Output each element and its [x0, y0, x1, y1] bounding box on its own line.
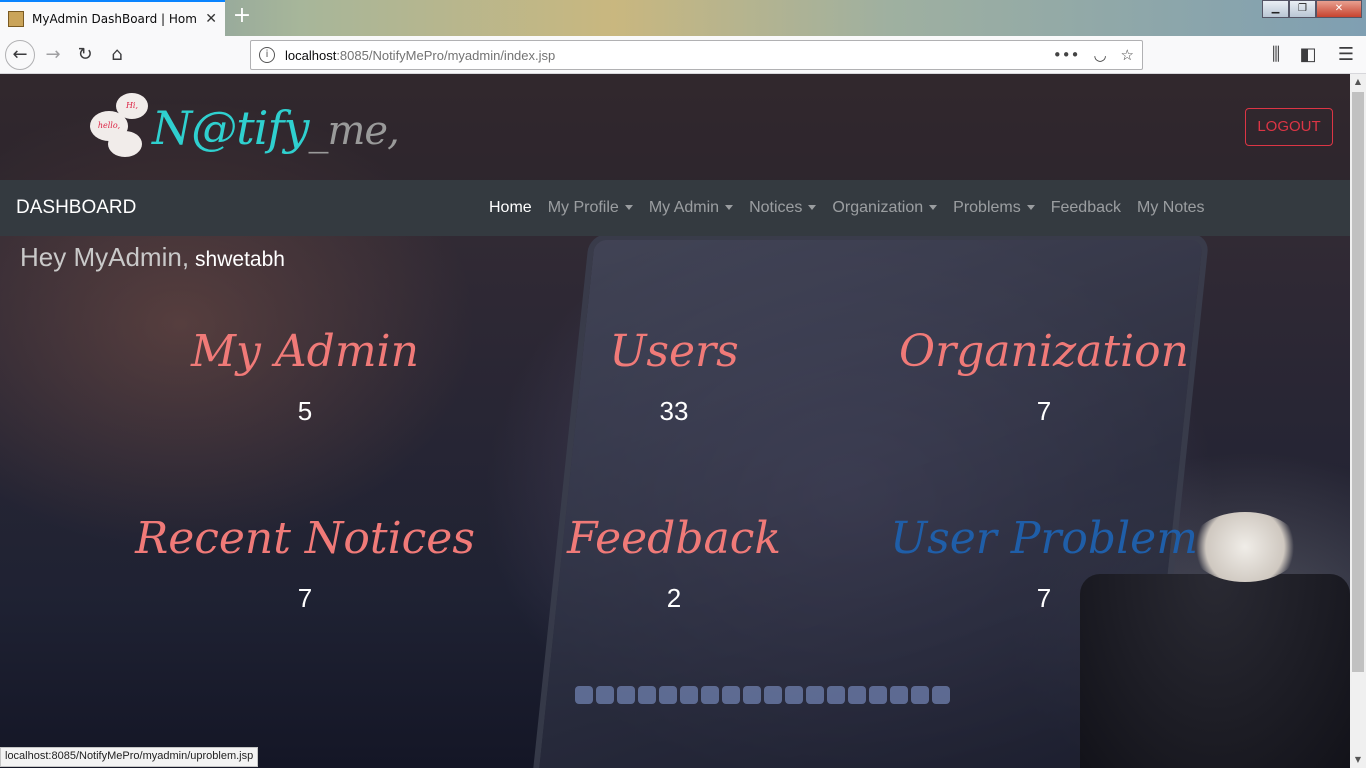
stat-value: 2: [666, 583, 682, 613]
stat-recent-notices[interactable]: Recent Notices 7: [120, 509, 490, 614]
status-bar-url: localhost:8085/NotifyMePro/myadmin/uprob…: [0, 747, 259, 767]
nav-item-organization[interactable]: Organization: [824, 199, 945, 217]
stat-value: 7: [297, 583, 313, 613]
greeting: Hey MyAdmin, shwetabh: [20, 242, 285, 273]
stat-my-admin[interactable]: My Admin 5: [120, 322, 490, 427]
site-header: hello, Hi, N@tify_me, LOGOUT: [0, 74, 1350, 180]
reload-icon[interactable]: ↻: [74, 44, 96, 66]
window-controls: ▁ ❐ ✕: [1262, 0, 1362, 18]
stat-user-problem[interactable]: User Problem 7: [859, 509, 1229, 614]
nav-item-notices[interactable]: Notices: [741, 199, 824, 217]
scroll-up-icon[interactable]: ▲: [1350, 74, 1366, 90]
maximize-button[interactable]: ❐: [1289, 0, 1316, 18]
nav-item-my-profile[interactable]: My Profile: [540, 199, 641, 217]
navbar-brand[interactable]: DASHBOARD: [16, 180, 136, 236]
bookmark-star-icon[interactable]: ☆: [1121, 46, 1134, 64]
new-tab-button[interactable]: +: [231, 5, 253, 27]
stat-value: 7: [1036, 396, 1052, 426]
chevron-down-icon: [929, 205, 938, 211]
browser-titlebar: MyAdmin DashBoard | Home ✕ + ▁ ❐ ✕: [0, 0, 1366, 36]
stat-label[interactable]: My Admin: [120, 322, 490, 382]
forward-icon[interactable]: →: [42, 44, 64, 66]
scroll-thumb[interactable]: [1352, 92, 1364, 672]
nav-item-home[interactable]: Home: [481, 199, 540, 217]
stat-value: 7: [1036, 583, 1052, 613]
url-text[interactable]: localhost:8085/NotifyMePro/myadmin/index…: [285, 48, 1043, 63]
stat-label[interactable]: User Problem: [859, 509, 1229, 569]
greeting-text: Hey MyAdmin,: [20, 242, 190, 272]
close-window-button[interactable]: ✕: [1316, 0, 1362, 18]
page-scrollbar[interactable]: ▲ ▼: [1350, 74, 1366, 768]
back-icon[interactable]: ←: [5, 40, 35, 70]
greeting-username: shwetabh: [195, 248, 285, 271]
chevron-down-icon: [1026, 205, 1035, 211]
minimize-button[interactable]: ▁: [1262, 0, 1289, 18]
tab-title: MyAdmin DashBoard | Home: [32, 12, 198, 26]
stat-label[interactable]: Recent Notices: [120, 509, 490, 569]
stat-organization[interactable]: Organization 7: [859, 322, 1229, 427]
stat-users[interactable]: Users 33: [489, 322, 859, 427]
main-navbar: DASHBOARD Home My Profile My Admin Notic…: [0, 180, 1350, 236]
hamburger-menu-icon[interactable]: ☰: [1335, 44, 1357, 66]
chevron-down-icon: [725, 205, 734, 211]
chevron-down-icon: [624, 205, 633, 211]
chevron-down-icon: [808, 205, 817, 211]
logo-text: N@tify_me,: [152, 101, 400, 155]
stat-label[interactable]: Feedback: [489, 509, 859, 569]
nav-links: Home My Profile My Admin Notices Organiz…: [481, 180, 1213, 236]
stat-value: 5: [297, 396, 313, 426]
favicon-icon: [8, 11, 24, 27]
page-body: hello, Hi, N@tify_me, LOGOUT DASHBOARD H…: [0, 74, 1350, 768]
stat-label[interactable]: Users: [489, 322, 859, 382]
stat-value: 33: [659, 396, 689, 426]
close-tab-icon[interactable]: ✕: [205, 11, 217, 27]
site-logo[interactable]: hello, Hi, N@tify_me,: [90, 88, 400, 168]
speech-bubbles-icon: hello, Hi,: [90, 93, 152, 163]
nav-item-my-notes[interactable]: My Notes: [1129, 199, 1213, 217]
browser-toolbar: ← → ↻ ⌂ i localhost:8085/NotifyMePro/mya…: [0, 36, 1366, 74]
stat-feedback[interactable]: Feedback 2: [489, 509, 859, 614]
url-bar[interactable]: i localhost:8085/NotifyMePro/myadmin/ind…: [250, 40, 1143, 70]
background-dock-image: [575, 686, 965, 710]
logout-button[interactable]: LOGOUT: [1245, 108, 1333, 146]
browser-tab[interactable]: MyAdmin DashBoard | Home ✕: [0, 0, 225, 36]
stat-label[interactable]: Organization: [859, 322, 1229, 382]
site-info-icon[interactable]: i: [259, 47, 275, 63]
nav-item-feedback[interactable]: Feedback: [1043, 199, 1129, 217]
sidebar-toggle-icon[interactable]: ◧: [1297, 44, 1319, 66]
library-icon[interactable]: ⫼: [1265, 44, 1287, 66]
page-actions-icon[interactable]: •••: [1053, 46, 1080, 64]
nav-item-problems[interactable]: Problems: [945, 199, 1043, 217]
nav-item-my-admin[interactable]: My Admin: [641, 199, 741, 217]
home-icon[interactable]: ⌂: [106, 44, 128, 66]
pocket-icon[interactable]: ◡: [1093, 46, 1106, 64]
scroll-down-icon[interactable]: ▼: [1350, 752, 1366, 768]
